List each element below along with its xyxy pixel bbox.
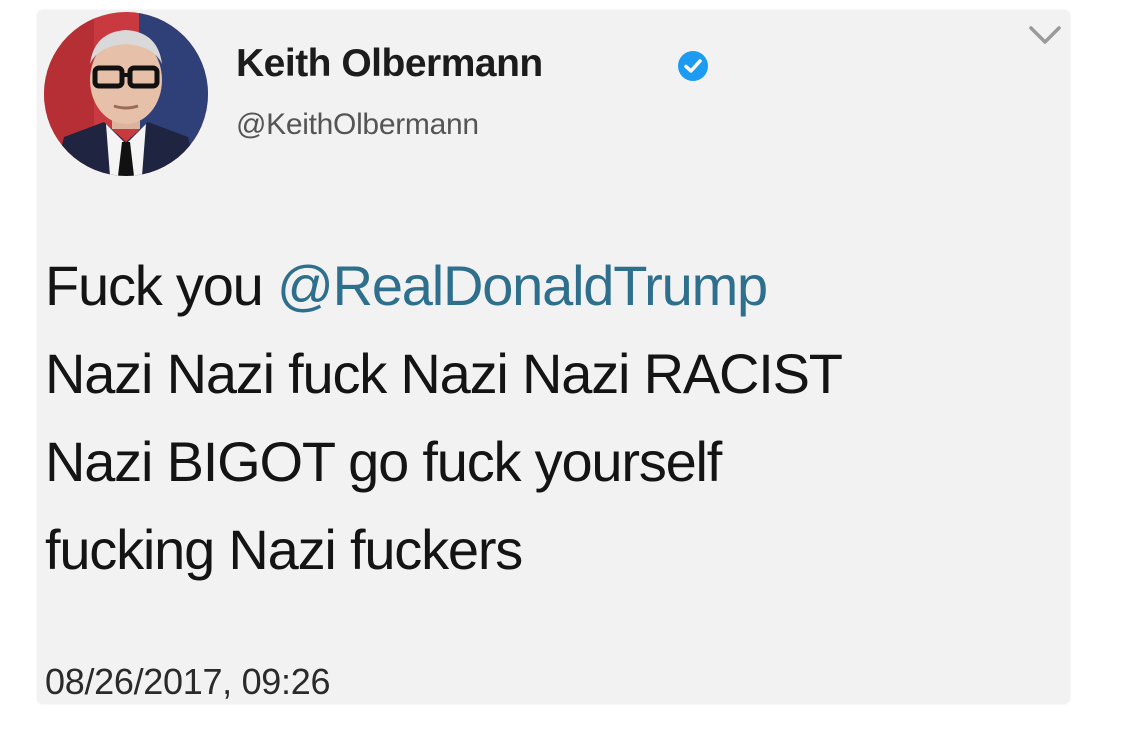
chevron-down-icon[interactable] [1027, 24, 1063, 46]
tweet-text: Fuck you @RealDonaldTrump Nazi Nazi fuck… [45, 242, 1065, 594]
avatar[interactable] [44, 12, 208, 176]
tweet-line-3: Nazi BIGOT go fuck yourself [45, 430, 722, 493]
tweet-line-1: Fuck you @RealDonaldTrump [45, 242, 1065, 330]
verified-badge-icon [678, 51, 708, 81]
avatar-image [44, 12, 208, 176]
tweet-timestamp[interactable]: 08/26/2017, 09:26 [45, 664, 330, 700]
tweet-line-1-text: Fuck you [45, 254, 277, 317]
author-handle[interactable]: @KeithOlbermann [236, 110, 479, 140]
mention-link[interactable]: @RealDonaldTrump [277, 254, 768, 317]
tweet-line-4: fucking Nazi fuckers [45, 518, 523, 581]
tweet-card: Keith Olbermann @KeithOlbermann Fuck you… [37, 10, 1070, 704]
author-display-name[interactable]: Keith Olbermann [236, 44, 543, 83]
tweet-line-2: Nazi Nazi fuck Nazi Nazi RACIST [45, 342, 843, 405]
